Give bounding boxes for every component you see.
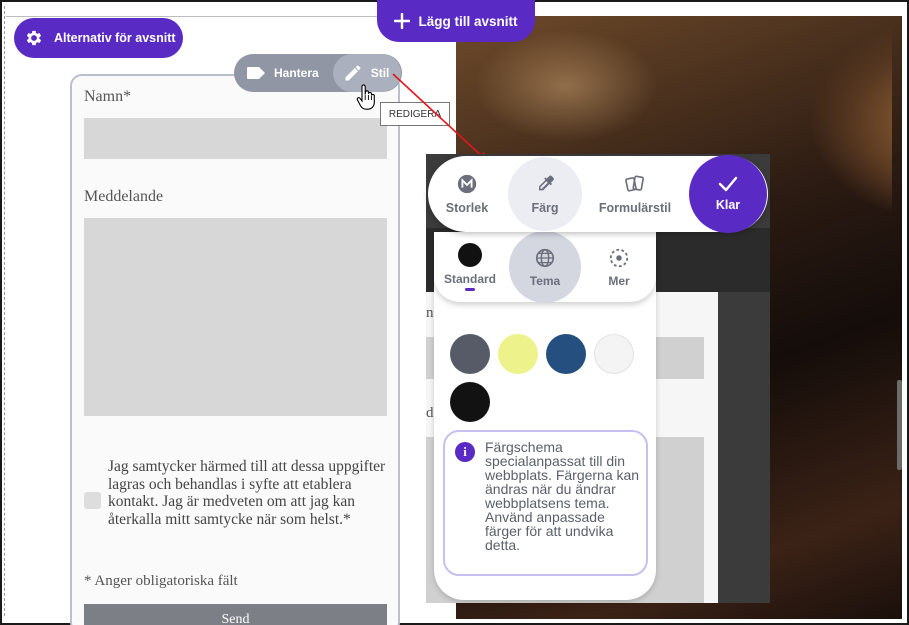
preview-letter: n bbox=[426, 305, 434, 321]
preview-letter: d bbox=[426, 405, 434, 421]
name-field[interactable] bbox=[84, 118, 387, 159]
color-swatch[interactable] bbox=[450, 334, 490, 374]
color-swatch[interactable] bbox=[450, 382, 490, 422]
style-toolbar: Storlek Färg Formulärstil Klar bbox=[428, 155, 768, 233]
globe-icon bbox=[535, 248, 555, 267]
tab-tema[interactable]: Tema bbox=[509, 231, 581, 303]
tab-standard[interactable]: Standard bbox=[438, 232, 502, 302]
check-icon bbox=[718, 176, 738, 192]
tool-color[interactable]: Färg bbox=[508, 157, 582, 231]
tool-form-style-label: Formulärstil bbox=[598, 201, 672, 215]
section-options-label: Alternativ för avsnitt bbox=[54, 31, 176, 45]
section-options-button[interactable]: Alternativ för avsnitt bbox=[14, 18, 183, 58]
scrollbar-thumb[interactable] bbox=[897, 380, 902, 470]
color-swatch[interactable] bbox=[498, 334, 538, 374]
manage-label: Hantera bbox=[274, 66, 319, 80]
pencil-icon bbox=[345, 65, 361, 81]
edit-tooltip: REDIGERA bbox=[380, 102, 450, 126]
tool-color-label: Färg bbox=[531, 201, 559, 215]
message-label: Meddelande bbox=[84, 188, 164, 205]
dashed-circle-icon bbox=[609, 248, 629, 267]
plus-icon bbox=[394, 13, 411, 29]
done-button[interactable]: Klar bbox=[689, 155, 767, 233]
required-note: * Anger obligatoriska fält bbox=[84, 573, 238, 589]
tab-mer-label: Mer bbox=[608, 273, 630, 288]
gear-icon bbox=[26, 30, 42, 46]
done-label: Klar bbox=[715, 198, 741, 212]
color-source-tabs: Standard Tema Mer bbox=[434, 231, 656, 303]
theme-info-box: i Färgschema specialanpassat till din we… bbox=[443, 430, 648, 576]
element-toolbar: Hantera Stil bbox=[234, 54, 402, 92]
eyedropper-icon bbox=[539, 175, 554, 191]
tool-size-label: Storlek bbox=[445, 201, 489, 215]
section-boundary bbox=[4, 6, 5, 616]
selected-indicator bbox=[465, 288, 475, 291]
tab-tema-label: Tema bbox=[529, 273, 561, 288]
consent-text: Jag samtycker härmed till att dessa uppg… bbox=[108, 458, 386, 528]
cards-icon bbox=[625, 175, 644, 192]
info-icon: i bbox=[455, 442, 475, 462]
hand-cursor-icon bbox=[356, 84, 375, 110]
consent-checkbox[interactable] bbox=[84, 492, 101, 509]
name-label: Namn* bbox=[84, 88, 132, 105]
add-section-label: Lägg till avsnitt bbox=[418, 13, 518, 29]
style-label: Stil bbox=[370, 66, 390, 80]
tab-mer[interactable]: Mer bbox=[592, 232, 646, 302]
color-swatch[interactable] bbox=[546, 334, 586, 374]
size-badge-icon bbox=[457, 174, 477, 194]
black-dot-icon bbox=[458, 243, 482, 267]
color-swatch[interactable] bbox=[594, 334, 634, 374]
tag-icon bbox=[247, 67, 265, 79]
tool-form-style[interactable]: Formulärstil bbox=[596, 156, 674, 232]
add-section-button[interactable]: Lägg till avsnitt bbox=[377, 0, 535, 42]
tool-size[interactable]: Storlek bbox=[438, 156, 496, 232]
theme-info-text: Färgschema specialanpassat till din webb… bbox=[485, 439, 640, 553]
send-button[interactable]: Send bbox=[84, 604, 387, 625]
message-field[interactable] bbox=[84, 218, 387, 416]
manage-button[interactable]: Hantera bbox=[234, 54, 331, 92]
tab-standard-label: Standard bbox=[443, 272, 496, 286]
